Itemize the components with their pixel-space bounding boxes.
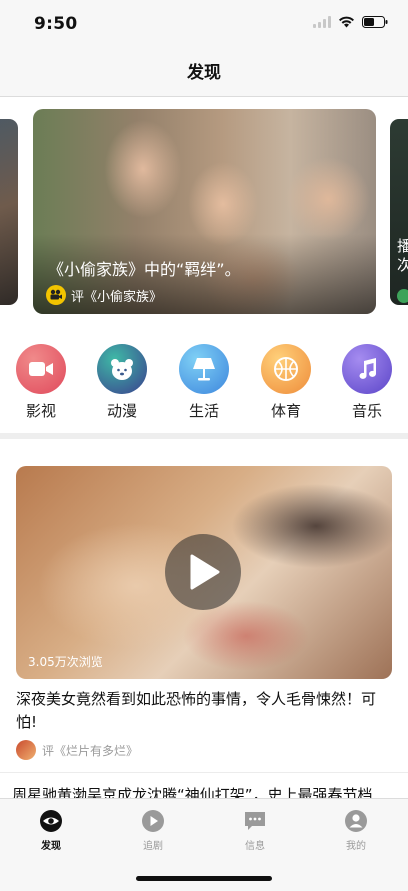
- category-music[interactable]: 音乐: [332, 344, 402, 421]
- bear-icon: [97, 344, 147, 394]
- carousel-card-next[interactable]: 播 次: [390, 119, 408, 305]
- carousel-next-badge: [397, 289, 408, 303]
- film-camera-icon: [46, 285, 66, 305]
- video-camera-icon: [16, 344, 66, 394]
- tab-label: 我的: [346, 841, 366, 852]
- category-life[interactable]: 生活: [169, 344, 239, 421]
- tab-profile[interactable]: 我的: [316, 809, 396, 852]
- tab-label: 发现: [41, 841, 61, 852]
- status-bar: 9:50: [0, 0, 408, 50]
- video-thumbnail[interactable]: 3.05万次浏览: [16, 466, 392, 679]
- message-icon: [243, 809, 267, 833]
- category-row: 影视 动漫 生活 体育 音乐: [0, 344, 408, 424]
- battery-icon: [362, 16, 388, 28]
- feed-separator: [0, 772, 408, 773]
- status-icons: [313, 16, 388, 28]
- carousel-card-source-text: 评《小偷家族》: [71, 289, 163, 305]
- wifi-icon: [338, 16, 355, 28]
- tab-label: 追剧: [143, 841, 163, 852]
- view-count: 3.05万次浏览: [28, 655, 103, 669]
- tab-follow-drama[interactable]: 追剧: [113, 809, 193, 852]
- carousel-card-title: 《小偷家族》中的“羁绊”。: [48, 260, 241, 279]
- cellular-signal-icon: [313, 16, 331, 28]
- category-label: 生活: [188, 402, 219, 420]
- play-icon: [190, 554, 220, 590]
- status-time: 9:50: [34, 14, 78, 34]
- tab-label: 信息: [245, 841, 265, 852]
- carousel-card-source[interactable]: 评《小偷家族》: [46, 285, 162, 305]
- category-label: 体育: [270, 402, 301, 420]
- navigation-bar: 发现: [0, 50, 408, 97]
- carousel-card-previous[interactable]: [0, 119, 18, 305]
- page-title: 发现: [187, 63, 221, 83]
- carousel-next-peek-text: 播 次: [397, 237, 408, 274]
- source-avatar: [16, 740, 36, 760]
- tab-discover[interactable]: 发现: [11, 809, 91, 852]
- music-note-icon: [342, 344, 392, 394]
- tab-messages[interactable]: 信息: [215, 809, 295, 852]
- eye-icon: [39, 809, 63, 833]
- video-source-text: 评《烂片有多烂》: [42, 743, 139, 758]
- category-anime[interactable]: 动漫: [87, 344, 157, 421]
- profile-icon: [344, 809, 368, 833]
- category-label: 动漫: [106, 402, 137, 420]
- home-indicator[interactable]: [136, 876, 272, 881]
- category-label: 音乐: [351, 402, 382, 420]
- basketball-icon: [261, 344, 311, 394]
- video-title[interactable]: 深夜美女竟然看到如此恐怖的事情，令人毛骨悚然！可怕!: [16, 688, 392, 734]
- section-divider: [0, 433, 408, 439]
- lamp-icon: [179, 344, 229, 394]
- carousel-card-main[interactable]: 《小偷家族》中的“羁绊”。 评《小偷家族》: [33, 109, 376, 314]
- category-sports[interactable]: 体育: [251, 344, 321, 421]
- video-source[interactable]: 评《烂片有多烂》: [16, 740, 138, 760]
- category-label: 影视: [25, 402, 56, 420]
- category-film[interactable]: 影视: [6, 344, 76, 421]
- play-circle-icon: [141, 809, 165, 833]
- play-button[interactable]: [165, 534, 241, 610]
- banner-carousel[interactable]: 《小偷家族》中的“羁绊”。 评《小偷家族》 播 次: [0, 97, 408, 327]
